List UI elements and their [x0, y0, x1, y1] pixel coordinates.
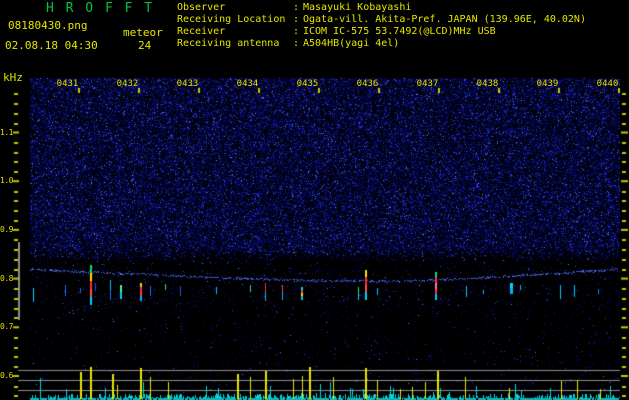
y-axis-label: 0.9	[0, 224, 13, 234]
info-separator: :	[293, 38, 300, 49]
y-axis-label: 0.8	[0, 273, 13, 283]
time-axis-label: 0431	[56, 79, 79, 89]
time-axis-label: 0438	[476, 79, 499, 89]
time-axis-label: 0434	[236, 79, 259, 89]
app-title: H R O F F T	[46, 1, 155, 16]
y-axis-label: 1.0	[0, 176, 13, 186]
y-axis-label: 0.6	[0, 371, 13, 380]
info-row-location: Receiving Location: Ogata-vill. Akita-Pre…	[177, 14, 586, 26]
time-axis-label: 0433	[176, 79, 199, 89]
info-label: Receiving antenna	[177, 38, 280, 49]
info-value: A504HB(yagi 4el)	[303, 38, 400, 49]
time-axis-label: 0440	[596, 79, 619, 89]
time-axis-label: 0432	[116, 79, 139, 89]
station-info: Observer: Masayuki Kobayashi Receiving Lo…	[177, 2, 586, 50]
meteor-count: 24	[138, 39, 152, 52]
time-axis-label: 0437	[416, 79, 439, 89]
y-axis-label: 1.1	[0, 127, 13, 137]
info-row-antenna: Receiving antenna: A504HB(yagi 4el)	[177, 38, 586, 50]
y-axis-unit-label: kHz	[3, 71, 23, 84]
info-separator: :	[293, 2, 300, 13]
info-row-receiver: Receiver: ICOM IC-575 53.7492(@LCD)MHz US…	[177, 26, 586, 38]
info-separator: :	[293, 26, 300, 37]
output-filename: 08180430.png	[8, 19, 88, 32]
hrofft-output-image: H R O F F T 08180430.png meteor 02.08.18…	[0, 0, 629, 400]
info-label: Receiving Location	[177, 14, 286, 25]
y-axis-label: 0.7	[0, 322, 13, 332]
info-separator: :	[293, 14, 300, 25]
spectrogram-canvas	[0, 0, 629, 400]
info-value: Masayuki Kobayashi	[303, 2, 412, 13]
time-axis-label: 0439	[536, 79, 559, 89]
observation-datetime: 02.08.18 04:30	[5, 39, 98, 52]
info-value: Ogata-vill. Akita-Pref. JAPAN (139.96E, …	[303, 14, 586, 25]
info-label: Observer	[177, 2, 226, 13]
info-value: ICOM IC-575 53.7492(@LCD)MHz USB	[303, 26, 496, 37]
info-row-observer: Observer: Masayuki Kobayashi	[177, 2, 586, 14]
mode-label: meteor	[123, 26, 163, 39]
info-label: Receiver	[177, 26, 226, 37]
time-axis-label: 0435	[296, 79, 319, 89]
time-axis-label: 0436	[356, 79, 379, 89]
